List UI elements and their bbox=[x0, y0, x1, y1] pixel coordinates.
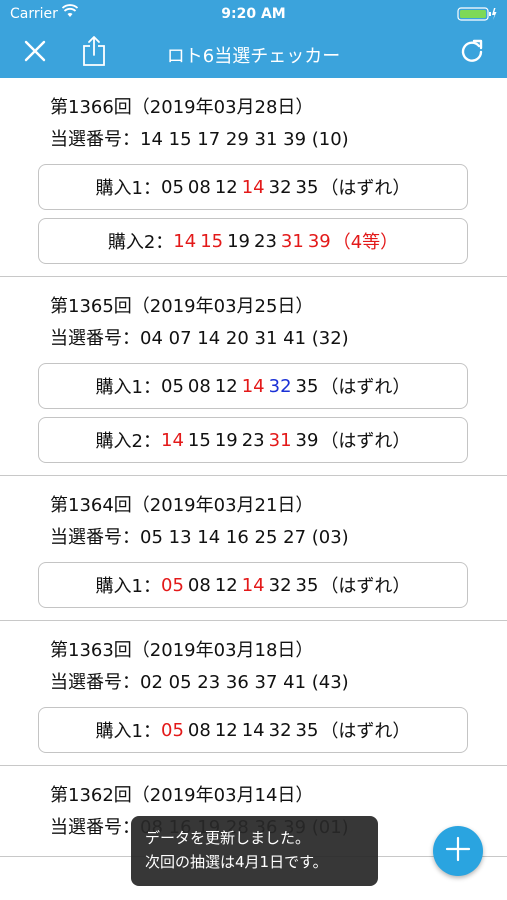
purchase-number: 32 bbox=[268, 375, 292, 397]
purchase-number: 05 bbox=[161, 375, 184, 397]
purchase-number: 35 bbox=[295, 176, 319, 198]
purchase-number: 12 bbox=[214, 574, 238, 596]
purchase-label: 購入2： bbox=[95, 431, 161, 452]
purchase-numbers: 05 08 12 14 32 35 bbox=[161, 376, 320, 397]
purchase-number: 23 bbox=[241, 429, 265, 451]
purchase-label: 購入1： bbox=[95, 721, 161, 742]
refresh-button[interactable] bbox=[455, 36, 489, 70]
purchase-row[interactable]: 購入1： 05 08 12 14 32 35 （はずれ） bbox=[38, 164, 468, 210]
add-purchase-button[interactable] bbox=[433, 826, 483, 876]
purchase-number: 31 bbox=[268, 429, 292, 451]
purchase-number: 35 bbox=[295, 375, 319, 397]
purchase-numbers: 05 08 12 14 32 35 bbox=[161, 575, 320, 596]
purchase-number: 31 bbox=[280, 230, 304, 252]
toast-line-1: データを更新しました。 bbox=[145, 829, 311, 847]
purchase-row[interactable]: 購入1： 05 08 12 14 32 35 （はずれ） bbox=[38, 562, 468, 608]
navigation-bar: ロト6当選チェッカー bbox=[0, 28, 507, 78]
purchase-number: 12 bbox=[214, 375, 238, 397]
winning-numbers: 当選番号：02 05 23 36 37 41 (43) bbox=[50, 672, 349, 693]
purchase-result: （はずれ） bbox=[320, 377, 411, 398]
toast-line-2: 次回の抽選は4月1日です。 bbox=[145, 853, 328, 871]
draw-title: 第1366回（2019年03月28日） bbox=[50, 97, 314, 118]
purchase-number: 08 bbox=[187, 719, 211, 741]
page-title: ロト6当選チェッカー bbox=[166, 46, 341, 67]
purchase-number: 15 bbox=[200, 230, 224, 252]
purchase-row[interactable]: 購入1： 05 08 12 14 32 35 （はずれ） bbox=[38, 707, 468, 753]
purchase-number: 23 bbox=[254, 230, 277, 252]
draw-section: 第1363回（2019年03月18日） 当選番号：02 05 23 36 37 4… bbox=[0, 621, 507, 766]
draw-section: 第1364回（2019年03月21日） 当選番号：05 13 14 16 25 2… bbox=[0, 476, 507, 621]
purchase-numbers: 14 15 19 23 31 39 bbox=[173, 231, 332, 252]
purchase-number: 05 bbox=[161, 176, 184, 198]
draw-title: 第1362回（2019年03月14日） bbox=[50, 785, 314, 806]
winning-numbers: 当選番号：05 13 14 16 25 27 (03) bbox=[50, 527, 349, 548]
purchase-number: 15 bbox=[187, 429, 211, 451]
purchase-number: 08 bbox=[187, 176, 211, 198]
purchase-number: 35 bbox=[295, 574, 319, 596]
purchase-number: 19 bbox=[214, 429, 238, 451]
status-time: 9:20 AM bbox=[221, 6, 286, 22]
draw-list[interactable]: 第1366回（2019年03月28日） 当選番号：14 15 17 29 31 3… bbox=[0, 78, 507, 900]
purchase-number: 14 bbox=[161, 429, 184, 451]
purchase-numbers: 05 08 12 14 32 35 bbox=[161, 720, 320, 741]
update-toast: データを更新しました。 次回の抽選は4月1日です。 bbox=[131, 816, 378, 886]
purchase-label: 購入2： bbox=[107, 232, 174, 253]
purchase-result: （4等） bbox=[332, 232, 399, 253]
purchase-number: 14 bbox=[241, 719, 265, 741]
purchase-number: 08 bbox=[187, 375, 211, 397]
draw-section: 第1366回（2019年03月28日） 当選番号：14 15 17 29 31 3… bbox=[0, 78, 507, 277]
winning-numbers: 当選番号：04 07 14 20 31 41 (32) bbox=[50, 328, 349, 349]
purchase-label: 購入1： bbox=[95, 377, 161, 398]
draw-title: 第1363回（2019年03月18日） bbox=[50, 640, 314, 661]
battery-icon bbox=[457, 7, 497, 21]
draw-section: 第1365回（2019年03月25日） 当選番号：04 07 14 20 31 4… bbox=[0, 277, 507, 476]
purchase-result: （はずれ） bbox=[320, 431, 411, 452]
purchase-label: 購入1： bbox=[95, 178, 161, 199]
purchase-number: 32 bbox=[268, 574, 292, 596]
purchase-numbers: 14 15 19 23 31 39 bbox=[161, 430, 320, 451]
purchase-number: 39 bbox=[295, 429, 319, 451]
purchase-number: 14 bbox=[241, 574, 265, 596]
purchase-row[interactable]: 購入2： 14 15 19 23 31 39 （4等） bbox=[38, 218, 468, 264]
purchase-number: 19 bbox=[227, 230, 250, 252]
purchase-number: 12 bbox=[214, 719, 238, 741]
winning-numbers: 当選番号：14 15 17 29 31 39 (10) bbox=[50, 129, 349, 150]
purchase-number: 14 bbox=[173, 230, 197, 252]
purchase-number: 14 bbox=[241, 375, 265, 397]
purchase-number: 32 bbox=[268, 176, 292, 198]
purchase-result: （はずれ） bbox=[320, 178, 411, 199]
purchase-number: 05 bbox=[161, 574, 184, 596]
purchase-row[interactable]: 購入2： 14 15 19 23 31 39 （はずれ） bbox=[38, 417, 468, 463]
purchase-numbers: 05 08 12 14 32 35 bbox=[161, 177, 320, 198]
purchase-label: 購入1： bbox=[95, 576, 161, 597]
refresh-icon bbox=[459, 38, 485, 68]
purchase-number: 08 bbox=[187, 574, 211, 596]
purchase-number: 39 bbox=[307, 230, 331, 252]
purchase-number: 05 bbox=[161, 719, 184, 741]
purchase-number: 12 bbox=[214, 176, 238, 198]
purchase-row[interactable]: 購入1： 05 08 12 14 32 35 （はずれ） bbox=[38, 363, 468, 409]
purchase-result: （はずれ） bbox=[320, 576, 411, 597]
plus-icon bbox=[445, 836, 471, 866]
purchase-number: 14 bbox=[241, 176, 265, 198]
purchase-number: 35 bbox=[295, 719, 319, 741]
draw-title: 第1364回（2019年03月21日） bbox=[50, 495, 314, 516]
draw-title: 第1365回（2019年03月25日） bbox=[50, 296, 314, 317]
purchase-number: 32 bbox=[268, 719, 292, 741]
purchase-result: （はずれ） bbox=[320, 721, 411, 742]
status-bar: Carrier 9:20 AM bbox=[0, 0, 507, 28]
